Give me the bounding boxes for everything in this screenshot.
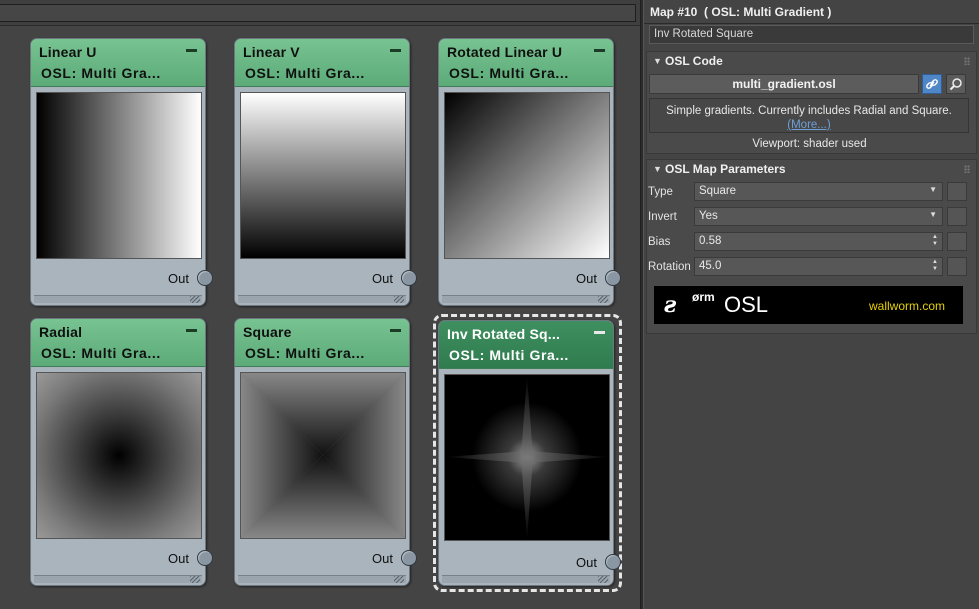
type-dropdown[interactable]: Square ▼ bbox=[694, 182, 943, 201]
rotation-spinner[interactable]: 45.0 ▲ ▼ bbox=[694, 257, 943, 276]
output-label: Out bbox=[168, 551, 189, 566]
viewport-note: Viewport: shader used bbox=[752, 138, 867, 150]
node-title: Square bbox=[243, 324, 292, 340]
minimize-icon[interactable] bbox=[594, 331, 605, 334]
node-title: Rotated Linear U bbox=[447, 44, 563, 60]
banner-osl-text: OSL bbox=[724, 292, 769, 317]
map-preview bbox=[240, 92, 406, 259]
node-header[interactable]: Rotated Linear U OSL: Multi Gra... bbox=[439, 39, 613, 87]
resize-grip-icon[interactable] bbox=[394, 296, 404, 303]
resize-grip-icon[interactable] bbox=[598, 576, 608, 583]
rotation-label: Rotation bbox=[648, 261, 691, 273]
node-square[interactable]: Square OSL: Multi Gra... Out bbox=[234, 318, 417, 586]
resize-grip-icon[interactable] bbox=[190, 576, 200, 583]
node-linear-v[interactable]: Linear V OSL: Multi Gra... Out bbox=[234, 38, 417, 306]
invert-label: Invert bbox=[648, 211, 677, 223]
rollout-header[interactable]: ▼ OSL Map Parameters bbox=[647, 160, 976, 178]
drag-handle-icon[interactable] bbox=[964, 57, 970, 65]
minimize-icon[interactable] bbox=[390, 329, 401, 332]
node-title: Linear U bbox=[39, 44, 97, 60]
node-title: Inv Rotated Sq... bbox=[447, 326, 561, 342]
spinner-arrows-icon[interactable]: ▲ ▼ bbox=[932, 259, 938, 273]
output-socket[interactable] bbox=[197, 270, 213, 286]
minimize-icon[interactable] bbox=[390, 49, 401, 52]
node-subtitle: OSL: Multi Gra... bbox=[41, 65, 161, 81]
description-box: Simple gradients. Currently includes Rad… bbox=[649, 98, 969, 133]
output-socket[interactable] bbox=[401, 550, 417, 566]
resize-grip-icon[interactable] bbox=[190, 296, 200, 303]
dropdown-arrow-icon: ▼ bbox=[929, 185, 937, 194]
node-subtitle: OSL: Multi Gra... bbox=[449, 65, 569, 81]
output-socket[interactable] bbox=[197, 550, 213, 566]
map-preview bbox=[240, 372, 406, 539]
node-title: Radial bbox=[39, 324, 83, 340]
dropdown-arrow-icon: ▼ bbox=[929, 210, 937, 219]
node-editor-canvas[interactable]: Linear U OSL: Multi Gra... Out Linear V … bbox=[0, 0, 640, 609]
description-text: Simple gradients. Currently includes Rad… bbox=[666, 105, 952, 117]
bias-map-button[interactable] bbox=[947, 232, 967, 251]
output-label: Out bbox=[576, 271, 597, 286]
output-socket[interactable] bbox=[605, 554, 621, 570]
canvas-top-bar bbox=[0, 0, 640, 26]
panel-title-bar: Map #10 ( OSL: Multi Gradient ) bbox=[644, 0, 979, 24]
more-link[interactable]: (More...) bbox=[650, 118, 968, 132]
node-title: Linear V bbox=[243, 44, 300, 60]
node-inv-rotated-square[interactable]: Inv Rotated Sq... OSL: Multi Gra... Out bbox=[438, 320, 621, 586]
map-name-field[interactable]: Inv Rotated Square bbox=[649, 25, 974, 44]
wallworm-banner[interactable]: ƨ ørm OSL wallworm.com bbox=[654, 286, 963, 324]
minimize-icon[interactable] bbox=[594, 49, 605, 52]
magnifier-icon[interactable] bbox=[946, 74, 966, 94]
banner-orm-text: ørm bbox=[692, 290, 715, 304]
parameter-panel: Map #10 ( OSL: Multi Gradient ) Inv Rota… bbox=[644, 0, 979, 609]
node-linear-u[interactable]: Linear U OSL: Multi Gra... Out bbox=[30, 38, 213, 306]
minimize-icon[interactable] bbox=[186, 49, 197, 52]
node-header[interactable]: Inv Rotated Sq... OSL: Multi Gra... bbox=[439, 321, 613, 369]
wallworm-logo-icon: ƨ bbox=[664, 292, 677, 318]
output-label: Out bbox=[168, 271, 189, 286]
output-label: Out bbox=[372, 551, 393, 566]
map-preview bbox=[444, 374, 610, 541]
node-subtitle: OSL: Multi Gra... bbox=[245, 345, 365, 361]
map-preview bbox=[36, 92, 202, 259]
output-socket[interactable] bbox=[401, 270, 417, 286]
panel-title: Map #10 ( OSL: Multi Gradient ) bbox=[650, 5, 832, 19]
resize-grip-icon[interactable] bbox=[598, 296, 608, 303]
map-preview bbox=[444, 92, 610, 259]
minimize-icon[interactable] bbox=[186, 329, 197, 332]
rollout-title: OSL Code bbox=[665, 54, 723, 68]
node-header[interactable]: Square OSL: Multi Gra... bbox=[235, 319, 409, 367]
drag-handle-icon[interactable] bbox=[964, 165, 970, 173]
node-subtitle: OSL: Multi Gra... bbox=[449, 347, 569, 363]
type-map-button[interactable] bbox=[947, 182, 967, 201]
osl-file-button[interactable]: multi_gradient.osl bbox=[649, 74, 919, 94]
node-subtitle: OSL: Multi Gra... bbox=[41, 345, 161, 361]
node-header[interactable]: Linear V OSL: Multi Gra... bbox=[235, 39, 409, 87]
bias-label: Bias bbox=[648, 236, 671, 248]
node-subtitle: OSL: Multi Gra... bbox=[245, 65, 365, 81]
resize-grip-icon[interactable] bbox=[394, 576, 404, 583]
output-socket[interactable] bbox=[605, 270, 621, 286]
node-header[interactable]: Radial OSL: Multi Gra... bbox=[31, 319, 205, 367]
invert-map-button[interactable] bbox=[947, 207, 967, 226]
type-label: Type bbox=[648, 186, 673, 198]
node-header[interactable]: Linear U OSL: Multi Gra... bbox=[31, 39, 205, 87]
rollout-title: OSL Map Parameters bbox=[665, 162, 786, 176]
node-radial[interactable]: Radial OSL: Multi Gra... Out bbox=[30, 318, 213, 586]
link-icon[interactable] bbox=[922, 74, 942, 94]
output-label: Out bbox=[576, 555, 597, 570]
rollout-header[interactable]: ▼ OSL Code bbox=[647, 52, 976, 70]
rotation-map-button[interactable] bbox=[947, 257, 967, 276]
invert-dropdown[interactable]: Yes ▼ bbox=[694, 207, 943, 226]
bias-spinner[interactable]: 0.58 ▲ ▼ bbox=[694, 232, 943, 251]
collapse-arrow-icon[interactable]: ▼ bbox=[653, 56, 662, 66]
spinner-arrows-icon[interactable]: ▲ ▼ bbox=[932, 234, 938, 248]
output-label: Out bbox=[372, 271, 393, 286]
node-rotated-linear-u[interactable]: Rotated Linear U OSL: Multi Gra... Out bbox=[438, 38, 621, 306]
banner-url: wallworm.com bbox=[868, 299, 945, 313]
collapse-arrow-icon[interactable]: ▼ bbox=[653, 164, 662, 174]
map-preview bbox=[36, 372, 202, 539]
